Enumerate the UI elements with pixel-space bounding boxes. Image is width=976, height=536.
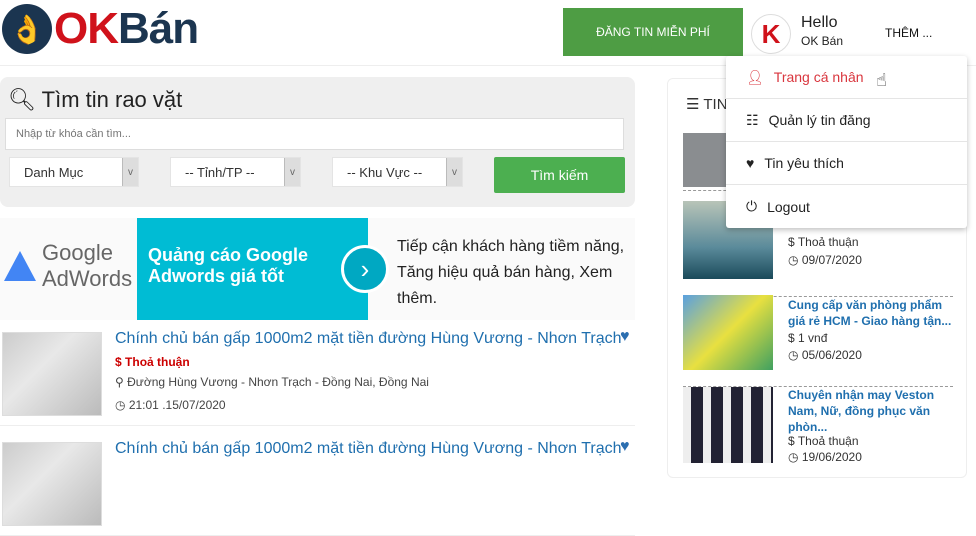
sidebar-price: Thoả thuận: [797, 235, 859, 249]
user-icon: 👤︎: [746, 68, 764, 85]
user-dropdown-menu: 👤︎ Trang cá nhân ☷ Quản lý tin đăng ♥ Tin y…: [726, 56, 967, 228]
menu-item-label: Trang cá nhân: [773, 69, 864, 85]
dollar-icon: $: [115, 355, 122, 369]
logo[interactable]: 👌 OKBán: [2, 4, 199, 54]
sidebar-item[interactable]: Chuyên nhận may Veston Nam, Nữ, đồng phụ…: [683, 387, 953, 479]
listing-title[interactable]: Chính chủ bán gấp 1000m2 mặt tiền đường …: [115, 440, 622, 458]
chevron-down-icon: v: [284, 158, 300, 186]
hello-text: Hello: [801, 14, 838, 31]
sidebar-price: Thoả thuận: [797, 434, 859, 448]
brand-google: Google: [42, 240, 113, 265]
sidebar-item-title[interactable]: Cung cấp văn phòng phẩm giá rẻ HCM - Gia…: [788, 297, 953, 329]
menu-item-favorites[interactable]: ♥ Tin yêu thích: [726, 142, 967, 185]
sidebar-item[interactable]: Cung cấp văn phòng phẩm giá rẻ HCM - Gia…: [683, 295, 953, 387]
list-icon: ☰: [686, 96, 700, 113]
search-input[interactable]: [5, 118, 624, 150]
menu-item-profile[interactable]: 👤︎ Trang cá nhân: [726, 56, 967, 99]
province-value: -- Tỉnh/TP --: [185, 164, 255, 180]
menu-item-manage-posts[interactable]: ☷ Quản lý tin đăng: [726, 99, 967, 142]
menu-item-label: Tin yêu thích: [764, 155, 844, 171]
sidebar-thumbnail[interactable]: [683, 387, 773, 463]
clock-icon: ◷: [115, 398, 126, 412]
sidebar-item-title[interactable]: Chuyên nhận may Veston Nam, Nữ, đồng phụ…: [788, 387, 953, 435]
listing-item[interactable]: Chính chủ bán gấp 1000m2 mặt tiền đường …: [0, 320, 635, 426]
banner-headline: Quảng cáo Google Adwords giá tốt: [137, 218, 368, 320]
logo-ban: Bán: [118, 4, 199, 53]
search-panel: 🔍︎ Tìm tin rao vặt Danh Mục v -- Tỉnh/TP …: [0, 77, 635, 207]
map-marker-icon: ⚲: [115, 375, 124, 389]
search-title: 🔍︎ Tìm tin rao vặt: [8, 87, 182, 113]
menu-item-label: Logout: [767, 198, 810, 215]
logo-ok: OK: [54, 4, 119, 53]
clock-icon: ◷: [788, 450, 799, 464]
adwords-banner[interactable]: Google AdWords Quảng cáo Google Adwords g…: [0, 218, 635, 320]
listing-thumbnail[interactable]: [2, 442, 102, 526]
dollar-icon: $: [788, 331, 795, 345]
post-free-button[interactable]: ĐĂNG TIN MIỄN PHÍ: [563, 8, 743, 56]
sidebar-price: 1 vnđ: [798, 331, 828, 345]
heart-icon: ♥: [746, 155, 755, 171]
adwords-logo: Google AdWords: [4, 240, 132, 292]
dollar-icon: $: [788, 434, 795, 448]
area-value: -- Khu Vực --: [347, 164, 423, 180]
power-icon: ⏻: [746, 198, 758, 214]
more-menu-button[interactable]: THÊM ...: [885, 26, 932, 40]
chevron-down-icon: v: [122, 158, 138, 186]
hand-cursor-icon: ☝︎: [876, 70, 887, 90]
sidebar-date: 19/06/2020: [801, 450, 862, 464]
chevron-down-icon: v: [446, 158, 462, 186]
category-value: Danh Mục: [24, 164, 84, 180]
listing-item[interactable]: Chính chủ bán gấp 1000m2 mặt tiền đường …: [0, 430, 635, 536]
menu-item-label: Quản lý tin đăng: [768, 112, 871, 128]
menu-item-logout[interactable]: ⏻ Logout: [726, 185, 967, 228]
search-button[interactable]: Tìm kiếm: [494, 157, 625, 193]
listing-title[interactable]: Chính chủ bán gấp 1000m2 mặt tiền đường …: [115, 330, 622, 348]
search-icon: 🔍︎: [8, 87, 36, 112]
user-name[interactable]: OK Bán: [801, 34, 843, 48]
avatar[interactable]: K: [751, 14, 791, 54]
search-title-text: Tìm tin rao vặt: [41, 87, 183, 112]
listing-price: Thoả thuận: [125, 355, 190, 369]
listing-location: Đường Hùng Vương - Nhơn Trạch - Đồng Nai…: [127, 375, 429, 389]
listing-time: 21:01 .15/07/2020: [128, 398, 226, 412]
sidebar-title: TIN: [703, 96, 728, 113]
chevron-right-icon[interactable]: ›: [341, 245, 389, 293]
heart-icon[interactable]: ♥: [620, 438, 630, 456]
area-select[interactable]: -- Khu Vực -- v: [332, 157, 463, 187]
ok-hand-icon: 👌: [2, 4, 52, 54]
dollar-icon: $: [788, 235, 795, 249]
sidebar-date: 05/06/2020: [801, 348, 862, 362]
avatar-text: K: [761, 18, 781, 49]
banner-description: Tiếp cận khách hàng tiềm năng, Tăng hiệu…: [397, 238, 625, 307]
sidebar-thumbnail[interactable]: [683, 295, 773, 370]
list-icon: ☷: [746, 111, 759, 128]
clock-icon: ◷: [788, 253, 799, 267]
sidebar-date: 09/07/2020: [801, 253, 862, 267]
province-select[interactable]: -- Tỉnh/TP -- v: [170, 157, 301, 187]
adwords-triangle-icon: [4, 251, 36, 281]
heart-icon[interactable]: ♥: [620, 328, 630, 346]
category-select[interactable]: Danh Mục v: [9, 157, 139, 187]
brand-adwords: AdWords: [42, 266, 133, 291]
listing-thumbnail[interactable]: [2, 332, 102, 416]
clock-icon: ◷: [788, 348, 799, 362]
